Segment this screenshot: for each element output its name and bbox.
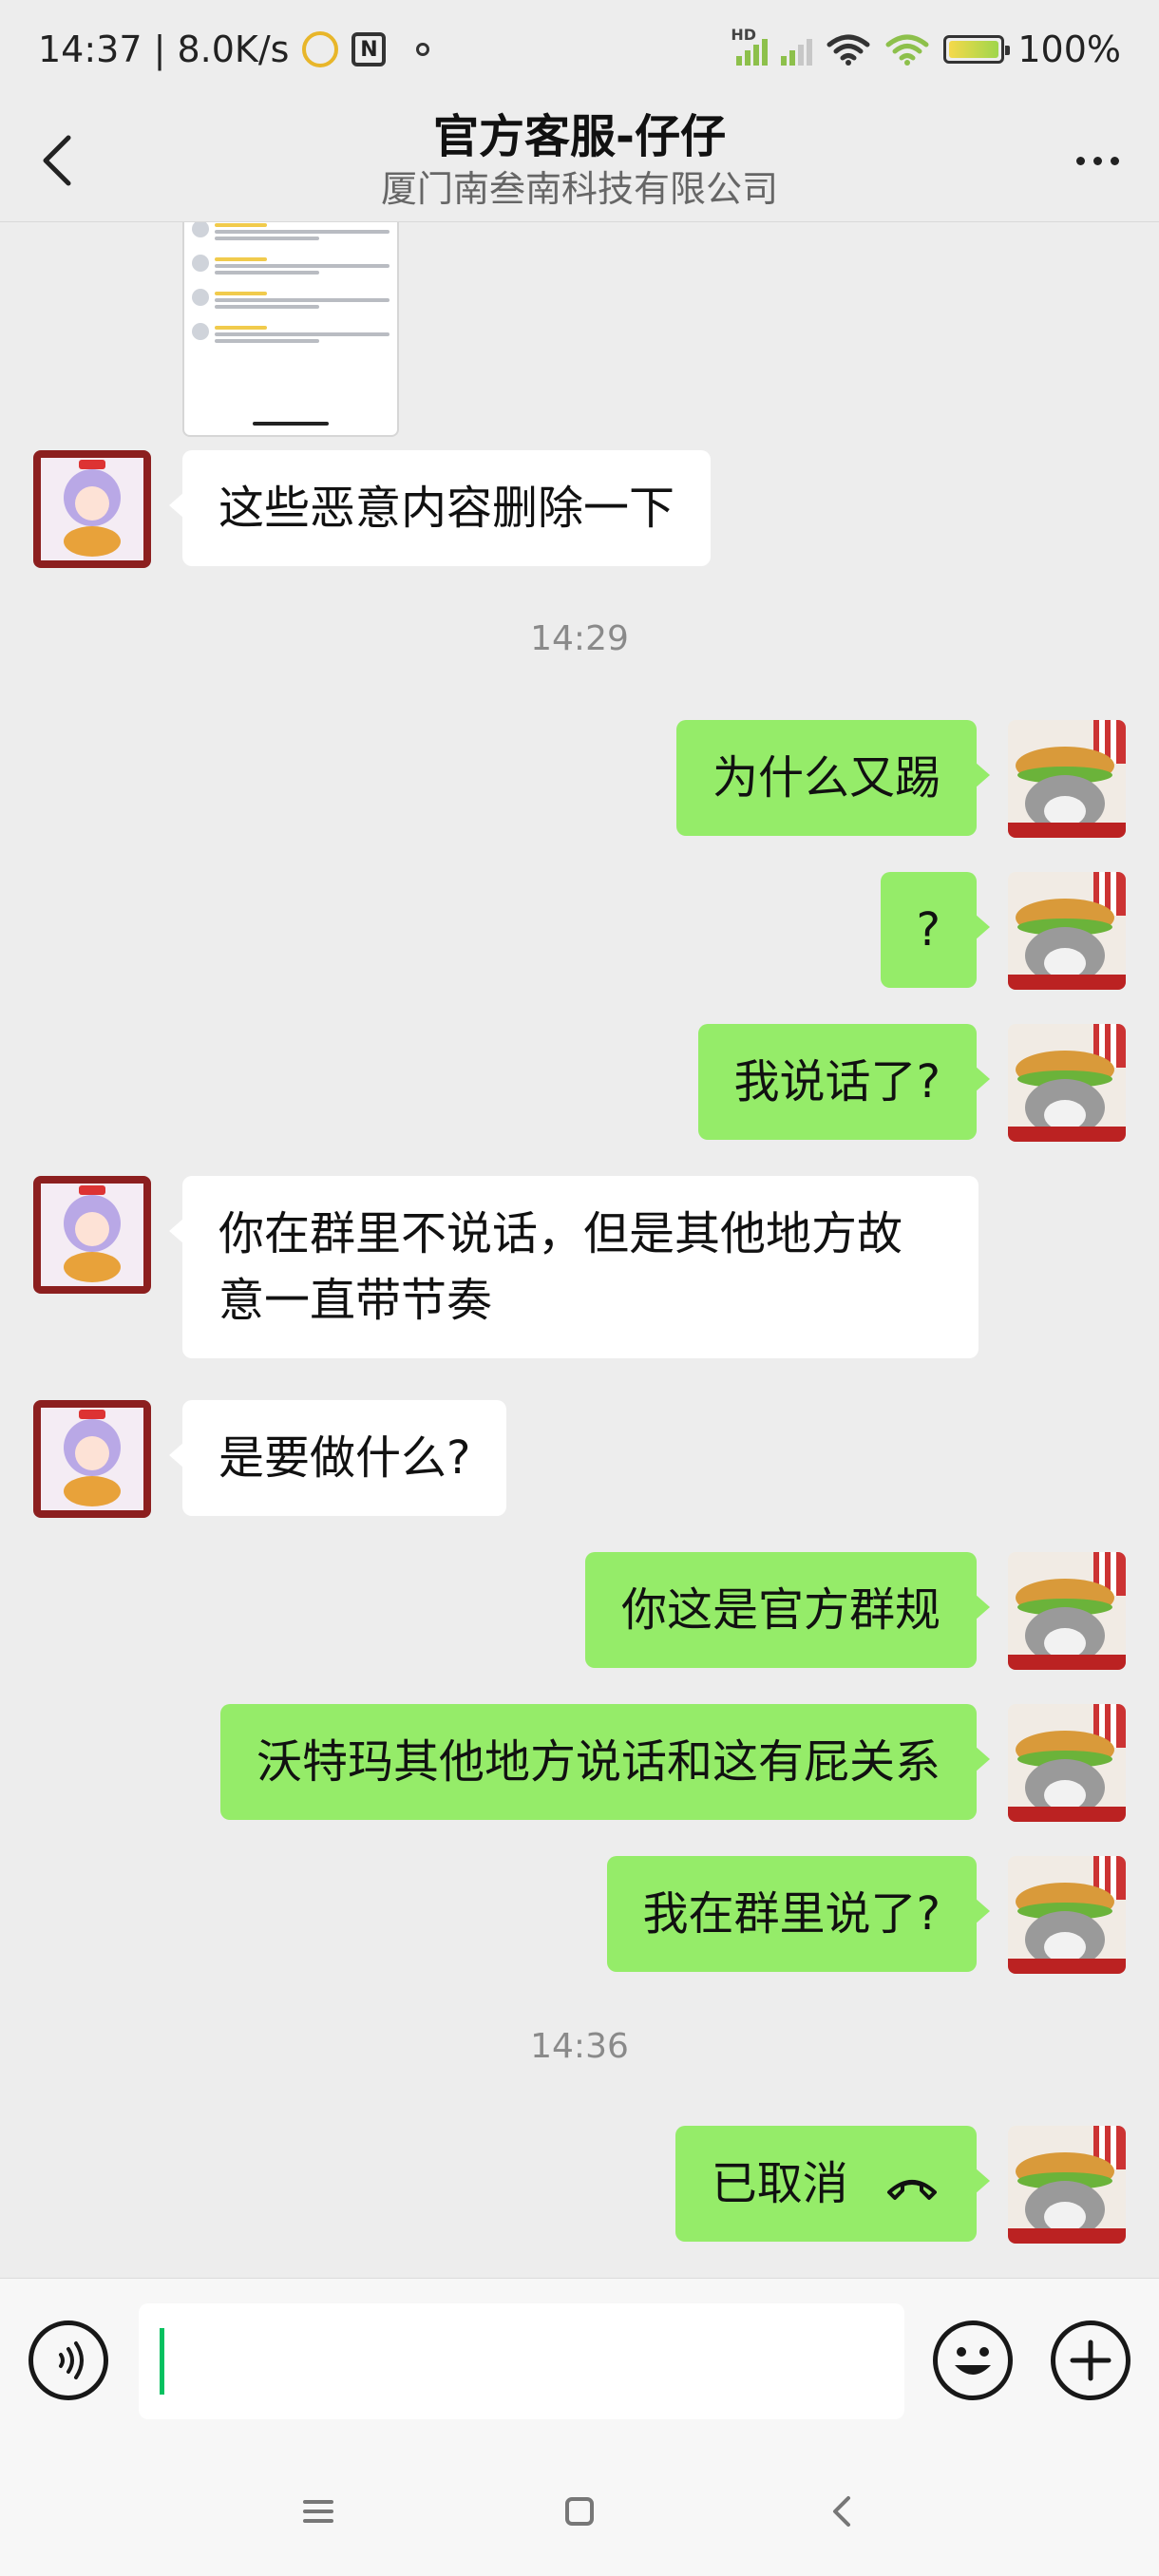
message-input[interactable] [139, 2303, 904, 2419]
system-nav-bar [0, 2445, 1159, 2576]
anime-girl-avatar-icon [33, 1176, 151, 1294]
message-bubble-incoming[interactable]: 这些恶意内容删除一下 [168, 450, 712, 566]
voice-icon [59, 2341, 84, 2379]
cat-avatar-icon [1008, 1024, 1126, 1142]
message-bubble-outgoing[interactable]: 我说话了? [697, 1024, 991, 1140]
hd-label: HD [731, 26, 757, 44]
battery-icon [943, 35, 1011, 64]
status-time-speed: 14:37 | 8.0K/s [38, 28, 290, 70]
phone-hangup-icon [887, 2180, 937, 2200]
nav-back-button[interactable] [815, 2483, 872, 2540]
back-button[interactable] [28, 127, 86, 194]
header-titles: 官方客服-仔仔 厦门南叁南科技有限公司 [190, 99, 969, 222]
message-bubble-incoming[interactable]: 是要做什么? [168, 1400, 507, 1516]
wifi-icon [826, 34, 870, 66]
status-right: HD 100% [731, 26, 1121, 70]
emoji-button[interactable] [933, 2320, 1013, 2400]
plus-icon [1070, 2339, 1112, 2381]
message-bubble-outgoing[interactable]: 沃特玛其他地方说话和这有屁关系 [219, 1704, 991, 1820]
my-avatar[interactable] [1008, 1552, 1126, 1670]
time-divider: 14:29 [530, 619, 629, 658]
anime-girl-avatar-icon [33, 450, 151, 568]
more-dots-icon [1075, 156, 1085, 165]
nav-menu-button[interactable] [290, 2483, 347, 2540]
my-avatar[interactable] [1008, 1704, 1126, 1822]
cat-avatar-icon [1008, 1856, 1126, 1974]
time-divider: 14:36 [530, 2027, 629, 2066]
call-status-text: 已取消 [711, 2157, 848, 2210]
location-icon [416, 43, 430, 56]
cat-avatar-icon [1008, 1704, 1126, 1822]
battery-text: 100% [1017, 28, 1121, 70]
screenshot-thumbnail[interactable] [182, 222, 399, 437]
signal-hd-icon: HD [731, 26, 769, 66]
chat-title: 官方客服-仔仔 [433, 110, 726, 163]
signal-icon [781, 33, 813, 66]
cat-avatar-icon [1008, 872, 1126, 990]
chat-subtitle: 厦门南叁南科技有限公司 [380, 168, 778, 210]
message-bubble-outgoing[interactable]: 为什么又踢 [675, 720, 991, 836]
nav-home-button[interactable] [551, 2483, 608, 2540]
my-avatar[interactable] [1008, 720, 1126, 838]
my-avatar[interactable] [1008, 872, 1126, 990]
text-caret [160, 2328, 164, 2395]
emoji-icon [955, 2347, 991, 2375]
input-bar [0, 2278, 1159, 2445]
service-avatar[interactable] [33, 1400, 151, 1518]
status-left: 14:37 | 8.0K/s N [38, 28, 430, 70]
service-avatar[interactable] [33, 1176, 151, 1294]
hotspot-wifi-icon [885, 34, 929, 66]
chat-header: 官方客服-仔仔 厦门南叁南科技有限公司 [0, 99, 1159, 222]
nfc-icon: N [352, 32, 387, 66]
status-bar: 14:37 | 8.0K/s N HD 100% [0, 0, 1159, 99]
voice-button[interactable] [28, 2320, 108, 2400]
message-bubble-incoming[interactable]: 你在群里不说话，但是其他地方故意一直带节奏 [169, 1176, 978, 1358]
message-list[interactable]: 这些恶意内容删除一下 14:29 为什么又踢 ? 我说话了? 你在群里不说话，但… [0, 222, 1159, 2278]
home-square-icon [565, 2497, 594, 2526]
call-cancelled-bubble[interactable]: 已取消 [674, 2126, 991, 2242]
message-bubble-outgoing[interactable]: 我在群里说了? [606, 1856, 991, 1972]
cat-avatar-icon [1008, 2126, 1126, 2244]
message-bubble-outgoing[interactable]: 你这是官方群规 [584, 1552, 991, 1668]
menu-icon [303, 2500, 333, 2523]
cat-avatar-icon [1008, 1552, 1126, 1670]
my-avatar[interactable] [1008, 2126, 1126, 2244]
plus-button[interactable] [1051, 2320, 1130, 2400]
anime-girl-avatar-icon [33, 1400, 151, 1518]
my-avatar[interactable] [1008, 1856, 1126, 1974]
battery-fill [949, 41, 999, 58]
chevron-left-icon [43, 135, 71, 186]
message-bubble-outgoing[interactable]: ? [880, 872, 991, 988]
service-avatar[interactable] [33, 450, 151, 568]
cat-avatar-icon [1008, 720, 1126, 838]
alarm-icon [302, 31, 339, 67]
my-avatar[interactable] [1008, 1024, 1126, 1142]
more-button[interactable] [1064, 137, 1130, 184]
back-triangle-icon [833, 2496, 850, 2527]
